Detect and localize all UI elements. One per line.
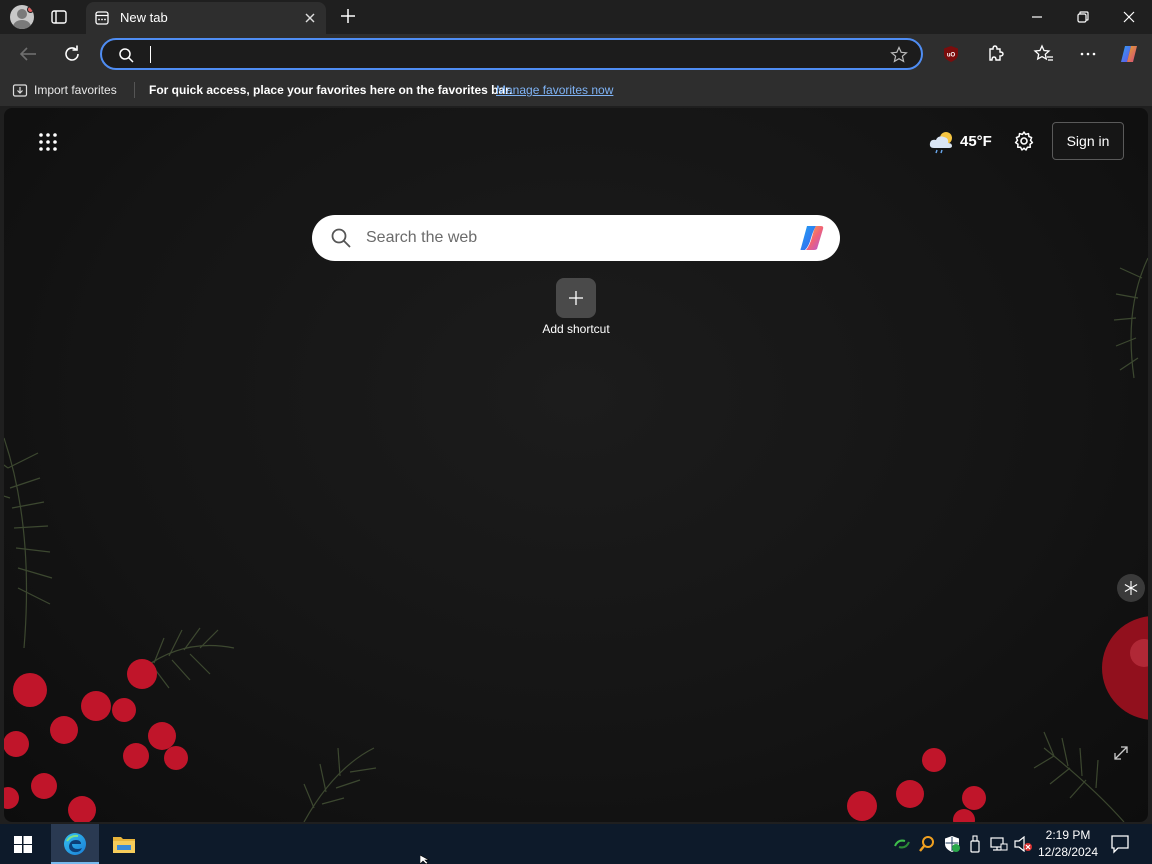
web-search-box[interactable] <box>312 215 840 261</box>
settings-gear-icon[interactable] <box>1013 130 1035 152</box>
snowflake-icon <box>1124 581 1138 595</box>
back-arrow-icon[interactable] <box>17 43 39 65</box>
search-magnifier-tray-icon[interactable] <box>918 835 936 853</box>
avatar-head <box>17 9 27 19</box>
extensions-icon[interactable] <box>984 43 1006 65</box>
network-icon[interactable] <box>990 836 1008 852</box>
tab-title: New tab <box>120 10 168 25</box>
ublock-origin-icon[interactable]: uO <box>940 43 962 65</box>
browser-window: New tab uO Import favorites For quick ac… <box>0 0 1152 824</box>
new-tab-plus-icon[interactable] <box>340 8 356 24</box>
mouse-cursor-icon <box>420 855 430 864</box>
clock-date: 12/28/2024 <box>1037 845 1099 859</box>
search-icon <box>331 228 351 248</box>
sign-in-button[interactable]: Sign in <box>1052 122 1124 160</box>
windows-taskbar: 2:19 PM 12/28/2024 <box>0 824 1152 864</box>
favorite-star-icon[interactable] <box>890 46 908 64</box>
tab-actions-icon[interactable] <box>50 8 68 26</box>
partly-cloudy-rain-icon <box>929 132 952 154</box>
clock-time: 2:19 PM <box>1045 828 1091 842</box>
import-favorites-icon[interactable] <box>12 82 28 98</box>
manage-favorites-link[interactable]: Manage favorites now <box>496 83 613 97</box>
add-shortcut-label: Add shortcut <box>542 322 610 336</box>
windows-start-icon[interactable] <box>14 836 32 853</box>
favorites-divider <box>134 82 135 98</box>
taskbar-edge-button[interactable] <box>51 824 99 864</box>
search-icon <box>119 48 134 63</box>
security-shield-icon[interactable] <box>943 835 961 853</box>
refresh-icon[interactable] <box>61 43 83 65</box>
new-tab-page: 45°F Sign in Search the web Add shortcut <box>4 108 1148 822</box>
favorites-hint-text: For quick access, place your favorites h… <box>149 83 513 97</box>
weather-widget[interactable]: 45°F <box>928 130 1018 154</box>
tab-new-tab[interactable]: New tab <box>86 2 326 34</box>
svg-text:uO: uO <box>947 53 956 59</box>
navigation-toolbar: uO <box>0 34 1152 74</box>
background-effects-button[interactable] <box>1117 574 1145 602</box>
close-window-icon[interactable] <box>1121 9 1137 25</box>
copilot-icon[interactable] <box>1118 43 1140 65</box>
usb-device-icon[interactable] <box>968 835 982 853</box>
new-tab-page-icon <box>95 11 109 25</box>
profile-avatar[interactable] <box>10 5 34 29</box>
minimize-icon[interactable] <box>1029 9 1045 25</box>
expand-icon[interactable] <box>1112 744 1130 762</box>
app-launcher-icon[interactable] <box>38 132 58 152</box>
edge-browser-icon <box>64 833 86 855</box>
avatar-body <box>13 20 31 29</box>
address-input[interactable] <box>152 43 852 65</box>
text-cursor <box>150 46 151 63</box>
restore-icon[interactable] <box>1075 9 1091 25</box>
web-search-input[interactable] <box>366 225 766 251</box>
copilot-search-icon[interactable] <box>798 223 830 253</box>
weather-temperature: 45°F <box>960 133 992 150</box>
plus-icon <box>569 291 583 305</box>
action-center-icon[interactable] <box>1110 834 1130 854</box>
close-tab-icon[interactable] <box>302 10 318 26</box>
more-options-icon[interactable] <box>1077 43 1099 65</box>
favorites-bar: Import favorites For quick access, place… <box>0 74 1152 106</box>
import-favorites-button[interactable]: Import favorites <box>34 83 117 97</box>
title-bar: New tab <box>0 0 1152 34</box>
address-bar[interactable] <box>100 38 923 70</box>
favorites-icon[interactable] <box>1033 43 1055 65</box>
network-sync-tray-icon[interactable] <box>893 836 911 852</box>
add-shortcut-button[interactable] <box>556 278 596 318</box>
profile-status-dot <box>27 6 34 13</box>
taskbar-clock[interactable]: 2:19 PM 12/28/2024 <box>1030 827 1106 861</box>
file-explorer-icon[interactable] <box>112 834 136 854</box>
